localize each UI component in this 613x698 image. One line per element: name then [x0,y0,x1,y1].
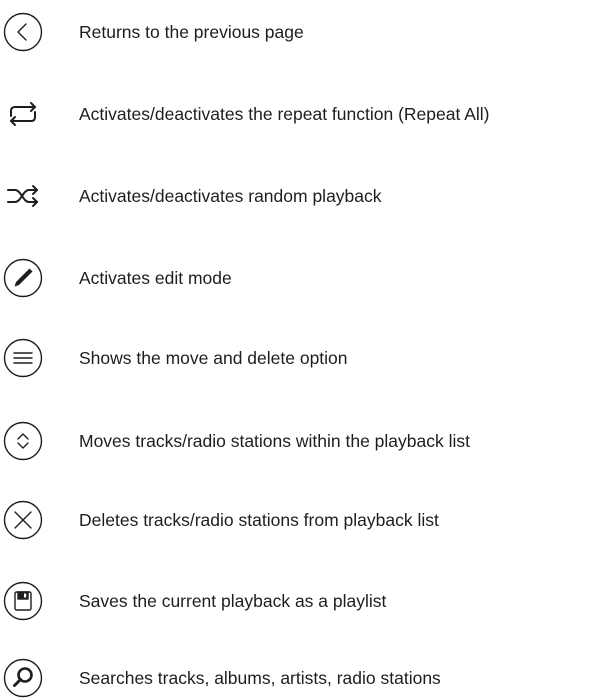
legend-row-save: Saves the current playback as a playlist [0,581,613,621]
icon-legend: Returns to the previous page Activates/d… [0,0,613,698]
legend-label-back: Returns to the previous page [79,22,304,42]
legend-row-shuffle: Activates/deactivates random playback [0,176,613,216]
legend-row-move: Moves tracks/radio stations within the p… [0,421,613,461]
menu-icon [3,338,43,378]
save-icon [3,581,43,621]
legend-label-repeat: Activates/deactivates the repeat functio… [79,104,490,124]
back-icon [3,12,43,52]
legend-label-menu: Shows the move and delete option [79,348,348,368]
legend-label-delete: Deletes tracks/radio stations from playb… [79,510,439,530]
pencil-icon [3,258,43,298]
legend-row-delete: Deletes tracks/radio stations from playb… [0,500,613,540]
move-icon [3,421,43,461]
legend-label-save: Saves the current playback as a playlist [79,591,387,611]
shuffle-icon [3,176,43,216]
legend-label-move: Moves tracks/radio stations within the p… [79,431,470,451]
repeat-icon [3,94,43,134]
legend-row-search: Searches tracks, albums, artists, radio … [0,658,613,698]
legend-label-edit: Activates edit mode [79,268,232,288]
legend-label-shuffle: Activates/deactivates random playback [79,186,382,206]
legend-row-edit: Activates edit mode [0,258,613,298]
search-icon [3,658,43,698]
legend-row-back: Returns to the previous page [0,12,613,52]
legend-label-search: Searches tracks, albums, artists, radio … [79,668,441,688]
delete-icon [3,500,43,540]
legend-row-menu: Shows the move and delete option [0,338,613,378]
legend-row-repeat: Activates/deactivates the repeat functio… [0,94,613,134]
